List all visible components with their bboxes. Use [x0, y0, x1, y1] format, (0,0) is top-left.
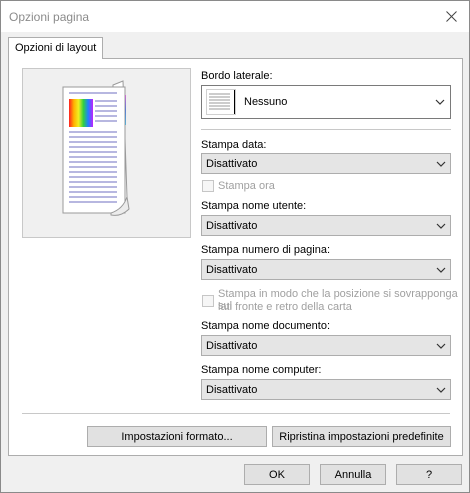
- border-value: Nessuno: [244, 96, 288, 108]
- print-doc-name-value: Disattivato: [206, 340, 258, 352]
- page-preview-illustration: [62, 80, 130, 216]
- print-date-value: Disattivato: [206, 158, 258, 170]
- overlap-position-checkbox[interactable]: [202, 295, 214, 307]
- overlap-position-label-line2: lati fronte e retro della carta: [218, 301, 352, 313]
- border-thumbnail-icon: [206, 89, 236, 115]
- print-page-number-value: Disattivato: [206, 264, 258, 276]
- cancel-button[interactable]: Annulla: [320, 464, 386, 485]
- window-title: Opzioni pagina: [9, 10, 90, 24]
- layout-options-panel: Bordo laterale: Nessuno Stampa data: Dis…: [8, 58, 463, 456]
- close-button[interactable]: [439, 5, 463, 27]
- close-icon: [445, 10, 457, 22]
- print-time-checkbox[interactable]: [202, 180, 214, 192]
- print-date-label: Stampa data:: [201, 139, 267, 151]
- help-button[interactable]: ?: [396, 464, 462, 485]
- page-options-dialog: Opzioni pagina Opzioni di layout Bordo l…: [0, 0, 470, 493]
- page-preview: [22, 68, 191, 238]
- print-doc-name-select[interactable]: Disattivato: [201, 335, 451, 356]
- print-page-number-select[interactable]: Disattivato: [201, 259, 451, 280]
- chevron-down-icon: [436, 223, 446, 229]
- chevron-down-icon: [436, 161, 446, 167]
- border-select[interactable]: Nessuno: [201, 85, 451, 119]
- print-doc-name-label: Stampa nome documento:: [201, 320, 331, 332]
- print-user-label: Stampa nome utente:: [201, 200, 307, 212]
- format-settings-button[interactable]: Impostazioni formato...: [87, 426, 267, 447]
- print-time-label: Stampa ora: [218, 180, 275, 192]
- print-user-value: Disattivato: [206, 220, 258, 232]
- print-computer-name-value: Disattivato: [206, 384, 258, 396]
- tab-layout-options[interactable]: Opzioni di layout: [8, 37, 104, 59]
- chevron-down-icon: [435, 99, 445, 105]
- print-computer-name-label: Stampa nome computer:: [201, 364, 322, 376]
- separator: [22, 413, 450, 414]
- separator: [201, 129, 451, 130]
- chevron-down-icon: [436, 343, 446, 349]
- print-page-number-label: Stampa numero di pagina:: [201, 244, 331, 256]
- print-computer-name-select[interactable]: Disattivato: [201, 379, 451, 400]
- print-date-select[interactable]: Disattivato: [201, 153, 451, 174]
- restore-defaults-button[interactable]: Ripristina impostazioni predefinite: [272, 426, 451, 447]
- border-label: Bordo laterale:: [201, 70, 273, 82]
- chevron-down-icon: [436, 267, 446, 273]
- print-user-select[interactable]: Disattivato: [201, 215, 451, 236]
- ok-button[interactable]: OK: [244, 464, 310, 485]
- title-bar: Opzioni pagina: [1, 1, 469, 32]
- chevron-down-icon: [436, 387, 446, 393]
